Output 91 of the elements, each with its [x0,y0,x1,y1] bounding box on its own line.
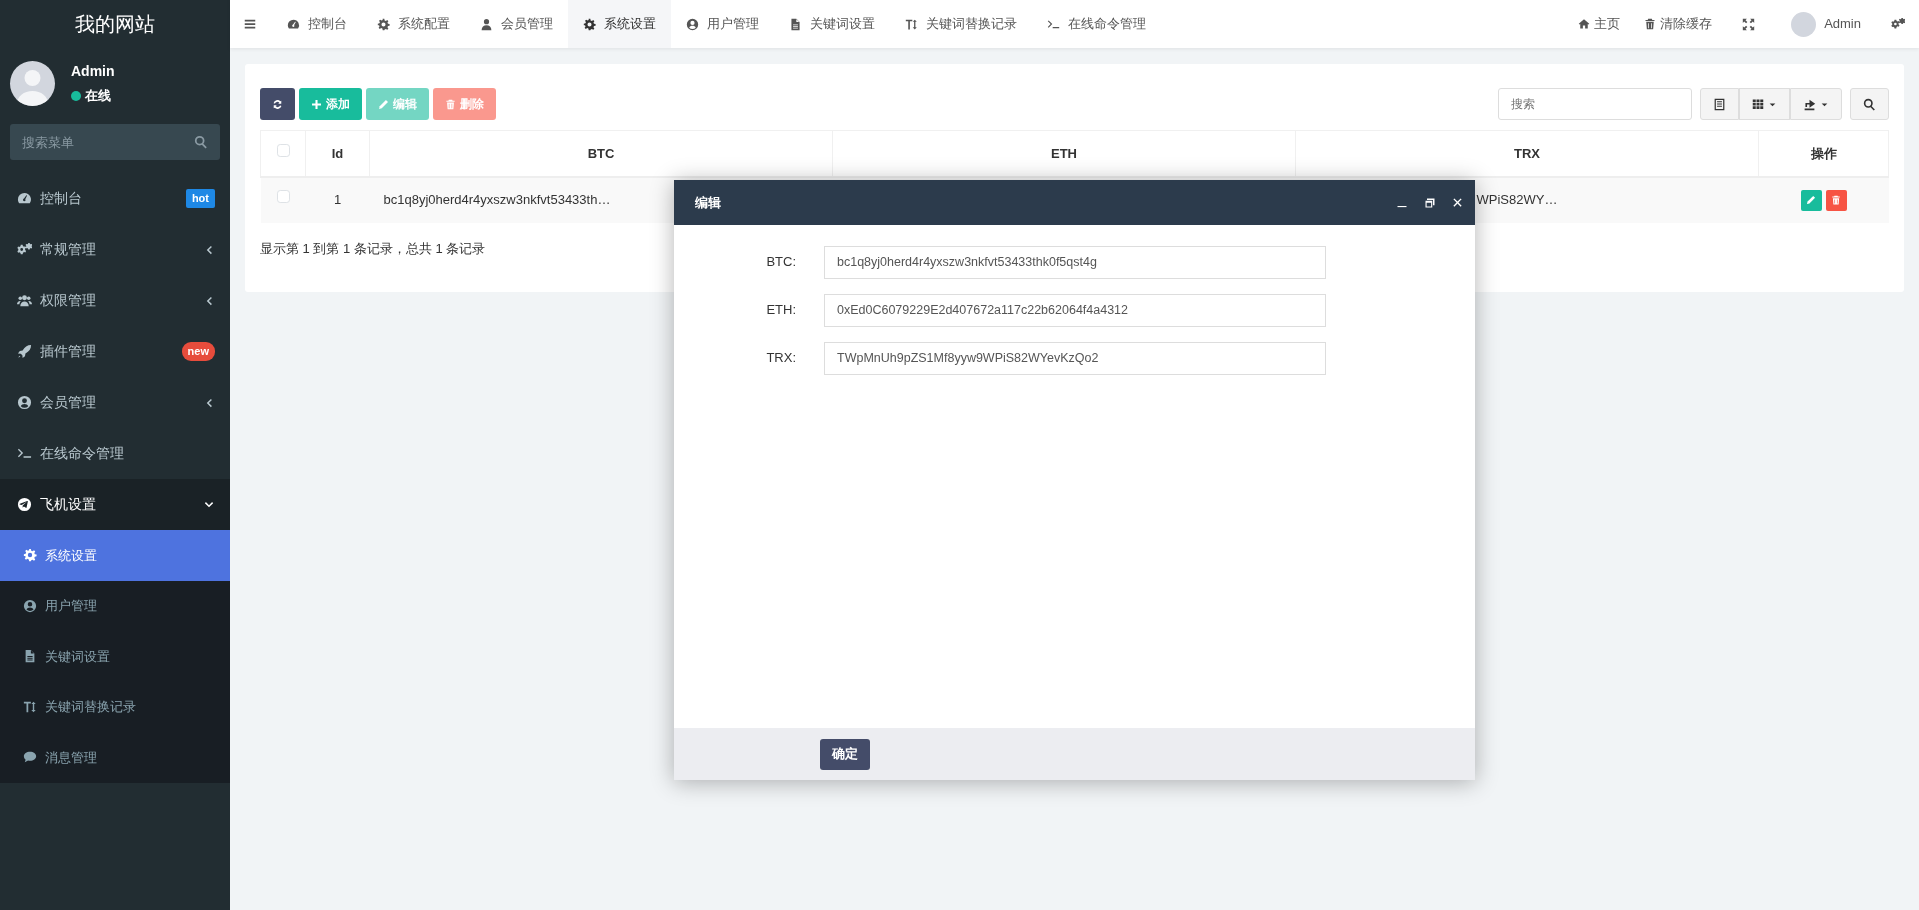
refresh-icon [272,98,283,110]
nav-tab[interactable]: 用户管理 [671,0,774,48]
document-icon [789,17,802,31]
settings-icon [1891,17,1905,31]
menu-badge: hot [185,189,215,208]
restore-icon[interactable] [1424,196,1436,209]
table-cell: WPiS82WY… [1476,192,1558,208]
gear-icon [377,17,390,31]
paper-plane-icon [17,497,32,512]
delete-button[interactable] [1825,189,1847,211]
nav-tab[interactable]: 系统设置 [568,0,671,48]
nav-tab[interactable]: 关键词设置 [774,0,890,48]
nav-tab[interactable]: 在线命令管理 [1032,0,1161,48]
sidebar-item[interactable]: 在线命令管理 [0,428,230,479]
trash-icon [1831,195,1841,205]
sidebar-item[interactable]: 飞机设置 [0,479,230,530]
column-header: BTC [587,145,615,161]
submenu-item[interactable]: 用户管理 [0,580,230,631]
search-icon [1863,97,1876,111]
pencil-icon [1806,195,1816,205]
terminal-icon [17,446,32,461]
search-field[interactable]: 搜索 [1498,88,1692,120]
house-icon [1578,18,1591,30]
close-icon[interactable] [1452,197,1463,208]
user-name: Admin [71,61,115,81]
site-logo: 我的网站 [75,12,155,37]
avatar [10,60,55,106]
person-icon [480,17,493,31]
gear-icon [23,548,37,563]
confirm-button[interactable]: 确定 [820,738,870,770]
trash-icon [1644,18,1657,30]
nav-tab[interactable]: 会员管理 [465,0,568,48]
avatar [1791,11,1817,37]
field-label: BTC: [765,253,797,272]
people-icon [17,293,32,308]
field-label: TRX: [765,349,797,368]
clear-cache-link[interactable]: 清除缓存 [1632,0,1725,48]
field-label: ETH: [765,301,797,320]
user-menu[interactable]: Admin [1773,0,1879,48]
grid-icon [1752,98,1764,110]
export-icon [1803,97,1816,111]
menu-search-field[interactable]: 搜索菜单 [10,124,220,160]
export-button[interactable] [1790,88,1842,120]
sidebar-item[interactable]: 常规管理 [0,224,230,275]
nav-tab[interactable]: 系统配置 [362,0,465,48]
dialog-title: 编辑 [695,193,722,212]
submenu-item[interactable]: 关键词替换记录 [0,681,230,732]
search-button[interactable] [1850,88,1889,120]
toggle-view-button[interactable] [1700,88,1739,120]
rocket-icon [17,344,32,359]
gauge-icon [17,191,32,206]
sidebar-item[interactable]: 插件管理 new [0,326,230,377]
trash-icon [445,98,456,110]
pagination-info: 显示第 1 到第 1 条记录，总共 1 条记录 [260,240,486,256]
table-cell: 1 [333,192,342,208]
columns-button[interactable] [1739,88,1790,120]
column-header: Id [331,145,344,161]
table-cell: bc1q8yj0herd4r4yxszw3nkfvt53433th… [383,192,611,208]
input-field[interactable]: 0xEd0C6079229E2d407672a117c22b62064f4a4312 [824,293,1326,327]
expand-icon [1742,17,1756,31]
plus-icon [311,98,322,110]
text-size-icon [23,699,37,714]
submenu-item[interactable]: 关键词设置 [0,631,230,682]
list-icon [1713,97,1726,111]
column-header: TRX [1514,145,1540,161]
text-size-icon [905,17,918,31]
column-header: 操作 [1810,145,1837,161]
row-checkbox[interactable] [276,190,290,204]
input-field[interactable]: bc1q8yj0herd4r4yxszw3nkfvt53433thk0f5qst4g [824,245,1326,279]
gear-icon [583,17,596,31]
user-status: 在线 [85,86,111,105]
speech-bubble-icon [23,750,37,765]
select-all-checkbox[interactable] [276,143,290,157]
pencil-icon [378,98,389,110]
gauge-icon [287,17,300,31]
submenu-item[interactable]: 系统设置 [0,530,230,581]
menu-icon [243,17,257,31]
sidebar-item[interactable]: 权限管理 [0,275,230,326]
nav-tab[interactable]: 关键词替换记录 [890,0,1032,48]
input-field[interactable]: TWpMnUh9pZS1Mf8yyw9WPiS82WYevKzQo2 [824,341,1326,375]
menu-badge: new [181,342,215,361]
home-link[interactable]: 主页 [1566,0,1633,48]
refresh-button[interactable] [260,88,295,120]
gears-icon [17,242,32,257]
sidebar-item[interactable]: 控制台 hot [0,173,230,224]
submenu-item[interactable]: 消息管理 [0,732,230,783]
sidebar-item[interactable]: 会员管理 [0,377,230,428]
search-icon [194,135,208,149]
document-icon [23,649,37,664]
column-header: ETH [1051,145,1077,161]
nav-tab[interactable]: 控制台 [272,0,362,48]
